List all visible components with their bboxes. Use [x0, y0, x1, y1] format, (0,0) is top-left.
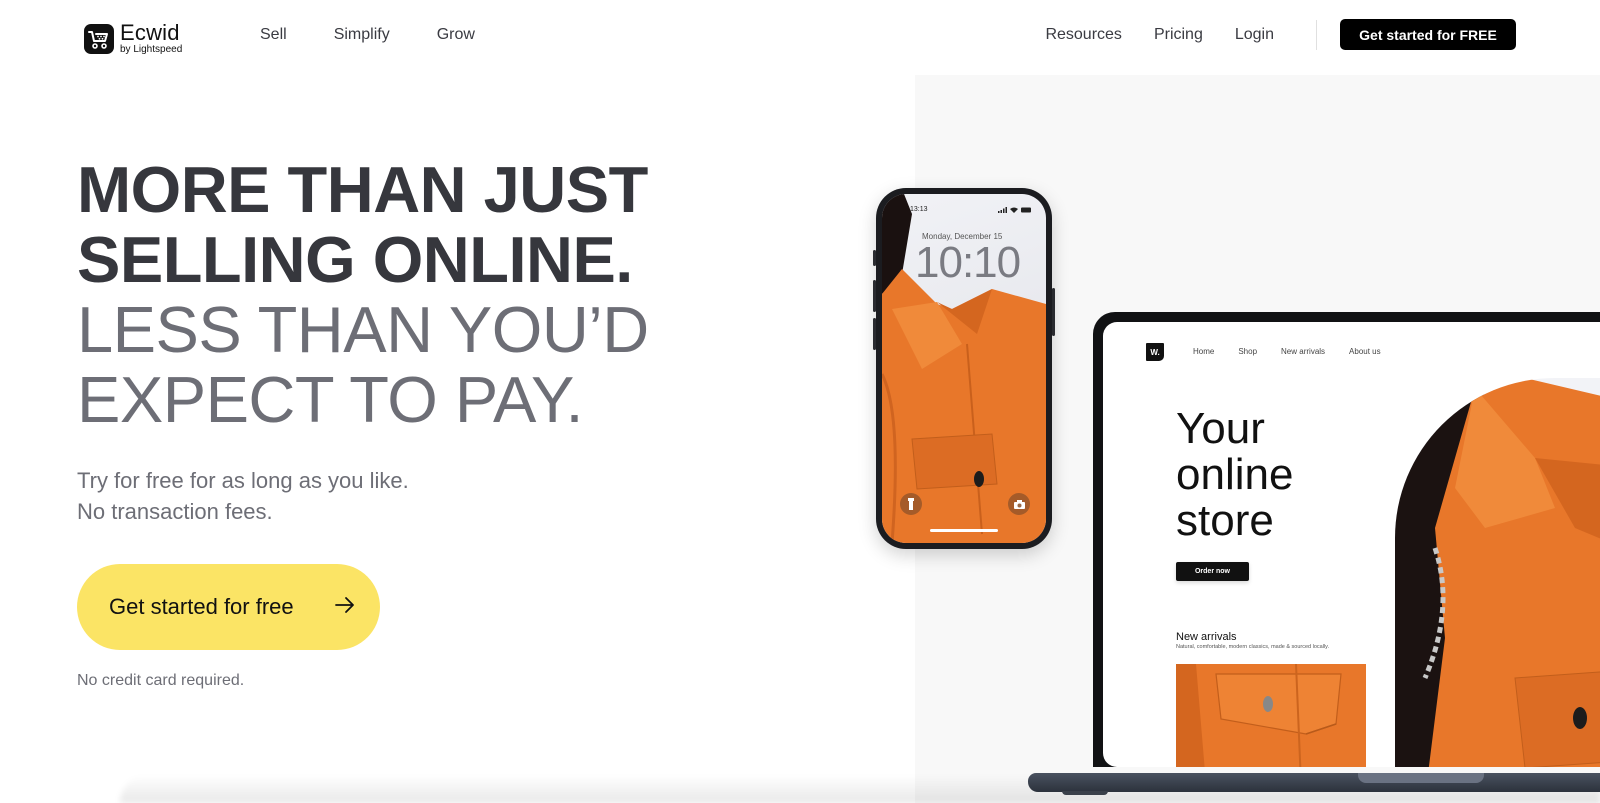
- laptop-hinge-notch: [1358, 773, 1484, 783]
- shopping-cart-icon: [84, 23, 114, 54]
- cta-label: Get started for free: [109, 594, 294, 619]
- no-credit-card-note: No credit card required.: [77, 672, 245, 689]
- subtext-line: No transaction fees.: [77, 499, 273, 524]
- primary-nav: Sell Simplify Grow: [260, 26, 522, 44]
- nav-sell[interactable]: Sell: [260, 26, 287, 44]
- phone-lock-screen: 13:13 Monday, December 15 10:10: [882, 194, 1046, 543]
- secondary-nav: Resources Pricing Login: [1013, 26, 1274, 44]
- headline-line: MORE THAN JUST: [77, 153, 648, 226]
- headline-line: SELLING ONLINE.: [77, 223, 633, 296]
- header-get-started-button[interactable]: Get started for FREE: [1340, 19, 1516, 50]
- store-order-now-button[interactable]: Order now: [1176, 562, 1249, 581]
- logo-name: Ecwid: [120, 20, 180, 45]
- store-nav-new-arrivals[interactable]: New arrivals: [1281, 347, 1325, 356]
- nav-login[interactable]: Login: [1235, 26, 1274, 44]
- store-hero-line: online: [1176, 450, 1294, 499]
- camera-icon[interactable]: [1008, 493, 1030, 515]
- phone-volume-up: [873, 280, 876, 312]
- store-nav: Home Shop New arrivals About us: [1193, 347, 1405, 356]
- ecwid-logo[interactable]: Ecwid by Lightspeed: [84, 22, 182, 55]
- store-nav-home[interactable]: Home: [1193, 347, 1214, 356]
- battery-icon: [1021, 207, 1031, 213]
- phone-status-icons: [998, 207, 1032, 213]
- phone-status-time: 13:13: [910, 206, 928, 213]
- headline-line: EXPECT TO PAY.: [77, 363, 584, 436]
- phone-volume-down: [873, 318, 876, 350]
- store-nav-about-us[interactable]: About us: [1349, 347, 1381, 356]
- phone-mockup: 13:13 Monday, December 15 10:10: [873, 188, 1055, 549]
- flashlight-icon[interactable]: [900, 493, 922, 515]
- nav-resources[interactable]: Resources: [1045, 26, 1121, 44]
- phone-clock: 10:10: [915, 238, 1021, 287]
- hero-content: MORE THAN JUST SELLING ONLINE. LESS THAN…: [77, 155, 777, 689]
- headline-line: LESS THAN YOU’D: [77, 293, 649, 366]
- arrow-right-icon: [335, 597, 354, 613]
- signal-icon: [998, 207, 1007, 213]
- nav-grow[interactable]: Grow: [437, 26, 475, 44]
- store-hero-image: [1395, 378, 1600, 767]
- nav-pricing[interactable]: Pricing: [1154, 26, 1203, 44]
- logo-subtitle: by Lightspeed: [120, 44, 183, 55]
- store-nav-shop[interactable]: Shop: [1238, 347, 1257, 356]
- phone-power-button: [1052, 288, 1055, 336]
- hero-headline: MORE THAN JUST SELLING ONLINE. LESS THAN…: [77, 155, 777, 435]
- subtext-line: Try for free for as long as you like.: [77, 468, 409, 493]
- orange-jacket-pocket-photo: [1176, 664, 1366, 767]
- store-new-arrivals-title: New arrivals: [1176, 631, 1237, 643]
- hero-subtext: Try for free for as long as you like. No…: [77, 465, 777, 527]
- phone-home-indicator: [930, 529, 998, 532]
- store-website-preview: W. Home Shop New arrivals About us Your …: [1103, 322, 1600, 767]
- store-logo[interactable]: W.: [1146, 343, 1164, 361]
- orange-jacket-collar-photo: [1395, 378, 1600, 767]
- get-started-free-button[interactable]: Get started for free: [77, 564, 380, 650]
- store-hero-line: store: [1176, 496, 1274, 545]
- store-new-arrivals-subtitle: Natural, comfortable, modern classics, m…: [1176, 644, 1330, 650]
- store-hero-line: Your: [1176, 404, 1265, 453]
- laptop-foot: [1062, 791, 1108, 795]
- nav-simplify[interactable]: Simplify: [334, 26, 390, 44]
- nav-divider: [1316, 20, 1317, 50]
- laptop-mockup: W. Home Shop New arrivals About us Your …: [1093, 312, 1600, 767]
- store-hero-title: Your online store: [1176, 406, 1293, 544]
- wifi-icon: [1010, 207, 1018, 213]
- laptop-base: [1028, 773, 1600, 792]
- store-product-image[interactable]: [1176, 664, 1366, 767]
- site-header: Ecwid by Lightspeed Sell Simplify Grow R…: [0, 0, 1600, 72]
- phone-side-button: [873, 250, 876, 266]
